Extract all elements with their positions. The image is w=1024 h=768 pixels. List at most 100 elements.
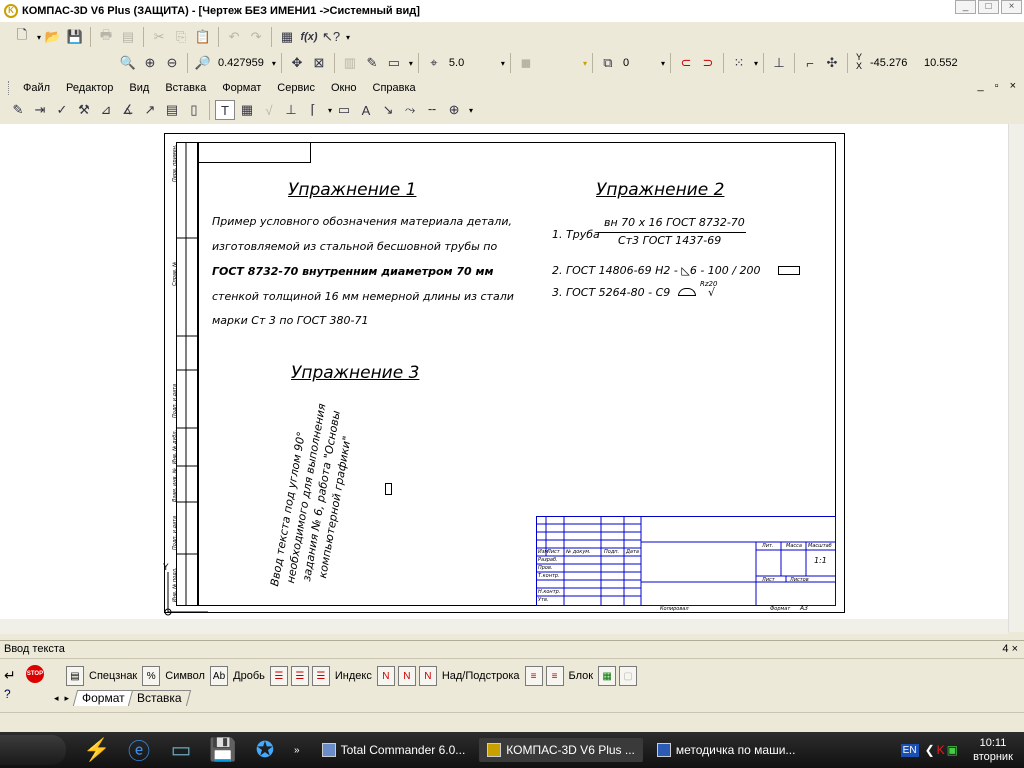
local-cs-icon[interactable]: ⊥ [769, 53, 789, 73]
text-params-icon[interactable]: ▤ [66, 666, 84, 686]
select-icon[interactable]: ↗ [140, 100, 160, 120]
print-icon[interactable]: 🖶 [96, 27, 116, 47]
task-word-doc[interactable]: методичка по маши... [649, 738, 804, 762]
text-cursor[interactable] [385, 483, 392, 495]
copy-icon[interactable]: ⎘ [171, 27, 191, 47]
desktop-icon[interactable]: ▭ [166, 735, 196, 765]
superscript-button[interactable]: ≡ [524, 666, 543, 686]
menu-service[interactable]: Сервис [269, 82, 323, 94]
zoom-out-icon[interactable]: ⊖ [162, 53, 182, 73]
minimize-button[interactable]: _ [955, 0, 976, 14]
function-icon[interactable]: f(x) [299, 27, 319, 47]
tray-app-icon[interactable]: ▣ [947, 743, 958, 757]
style-field[interactable] [538, 53, 578, 73]
cut-icon[interactable]: ✂ [149, 27, 169, 47]
coord-y-field[interactable]: 10.552 [921, 53, 965, 73]
tab-format[interactable]: Формат [72, 690, 134, 706]
edit-icon[interactable]: ⚒ [74, 100, 94, 120]
cut-line-icon[interactable]: ⤳ [400, 100, 420, 120]
antivirus-icon[interactable]: K [937, 743, 945, 757]
menu-insert[interactable]: Вставка [157, 82, 214, 94]
magnet-icon[interactable]: ⊂ [676, 53, 696, 73]
menu-format[interactable]: Формат [214, 82, 269, 94]
dimensions-icon[interactable]: ⇥ [30, 100, 50, 120]
open-folder-icon[interactable]: 📂 [43, 27, 63, 47]
text-tool-icon[interactable]: T [215, 100, 235, 120]
enter-icon[interactable]: ↵ [4, 667, 16, 684]
snap-icon[interactable]: ▥ [340, 53, 360, 73]
cursor-coords-icon[interactable]: ✣ [822, 53, 842, 73]
fraction-button-1[interactable]: ☰ [269, 666, 288, 686]
clock[interactable]: 10:11 вторник [962, 736, 1024, 764]
style-icon[interactable]: ◼ [516, 53, 536, 73]
task-total-commander[interactable]: Total Commander 6.0... [314, 738, 474, 762]
start-button[interactable] [0, 735, 66, 765]
symbol-button[interactable]: Ab [209, 666, 229, 686]
zoom-in-icon[interactable]: ⊕ [140, 53, 160, 73]
close-button[interactable]: × [1001, 0, 1022, 14]
weld-icon[interactable]: A [356, 100, 376, 120]
fraction-button-3[interactable]: ☰ [311, 666, 330, 686]
ortho-icon[interactable]: ⌐ [800, 53, 820, 73]
layer-value[interactable]: 0 [620, 53, 656, 73]
mdi-controls[interactable]: _ ▫ × [977, 80, 1020, 92]
index-button-3[interactable]: N [418, 666, 437, 686]
report-icon[interactable]: ▯ [184, 100, 204, 120]
zoom-scale-icon[interactable]: 🔎 [193, 53, 213, 73]
screen-icon[interactable]: ▭ [384, 53, 404, 73]
help-pointer-icon[interactable]: ↖? [321, 27, 341, 47]
arrow-view-icon[interactable]: ↘ [378, 100, 398, 120]
menu-view[interactable]: Вид [121, 82, 157, 94]
variables-icon[interactable]: ▦ [277, 27, 297, 47]
index-button-2[interactable]: N [397, 666, 416, 686]
axis-line-icon[interactable]: ╌ [422, 100, 442, 120]
vertical-scrollbar[interactable] [1008, 124, 1024, 632]
menu-window[interactable]: Окно [323, 82, 365, 94]
more-quicklaunch-icon[interactable]: » [294, 745, 300, 756]
layers-icon[interactable]: ⧉ [598, 53, 618, 73]
floppy-icon[interactable]: 💾 [208, 735, 238, 765]
redo-icon[interactable]: ↷ [246, 27, 266, 47]
spec-icon[interactable]: ▤ [162, 100, 182, 120]
position-icon[interactable]: ▭ [334, 100, 354, 120]
geometry-icon[interactable]: ✎ [8, 100, 28, 120]
pan-icon[interactable]: ✥ [287, 53, 307, 73]
base-icon[interactable]: ⊥ [281, 100, 301, 120]
undo-icon[interactable]: ↶ [224, 27, 244, 47]
step-icon[interactable]: ⌖ [424, 53, 444, 73]
params-icon[interactable]: ⊿ [96, 100, 116, 120]
tab-scroll-left-icon[interactable]: ◂ [54, 693, 59, 704]
block-disabled-button[interactable]: ▢ [619, 666, 638, 686]
internet-explorer-icon[interactable]: ⓔ [124, 735, 154, 765]
brush-icon[interactable]: ✎ [362, 53, 382, 73]
preview-icon[interactable]: ▤ [118, 27, 138, 47]
block-button[interactable]: ▦ [598, 666, 617, 686]
menu-editor[interactable]: Редактор [58, 82, 121, 94]
save-icon[interactable]: 💾 [65, 27, 85, 47]
zoom-value[interactable]: 0.427959 [215, 53, 267, 73]
grid-icon[interactable]: ⁙ [729, 53, 749, 73]
maximize-button[interactable]: □ [978, 0, 999, 14]
tab-insert[interactable]: Вставка [127, 690, 191, 706]
stop-icon[interactable]: STOP [26, 665, 44, 683]
table-tool-icon[interactable]: ▦ [237, 100, 257, 120]
special-sign-button[interactable]: % [142, 666, 161, 686]
help-icon[interactable]: ? [4, 687, 11, 701]
zoom-window-icon[interactable]: 🔍 [118, 53, 138, 73]
roughness-icon[interactable]: √ [259, 100, 279, 120]
leader-icon[interactable]: ⌈ [303, 100, 323, 120]
menu-file[interactable]: Файл [15, 82, 58, 94]
coord-x-field[interactable]: -45.276 [867, 53, 919, 73]
symbols-icon[interactable]: ✓ [52, 100, 72, 120]
language-indicator[interactable]: EN [900, 743, 919, 757]
step-value[interactable]: 5.0 [446, 53, 496, 73]
fraction-button-2[interactable]: ☰ [290, 666, 309, 686]
kompas-quick-icon[interactable]: ✪ [250, 735, 280, 765]
subscript-button[interactable]: ≡ [545, 666, 564, 686]
menu-help[interactable]: Справка [365, 82, 424, 94]
winamp-icon[interactable]: ⚡ [82, 735, 112, 765]
paste-icon[interactable]: 📋 [193, 27, 213, 47]
new-doc-icon[interactable]: 🗋 [12, 27, 32, 47]
measure-icon[interactable]: ∡ [118, 100, 138, 120]
index-button-1[interactable]: N [376, 666, 395, 686]
